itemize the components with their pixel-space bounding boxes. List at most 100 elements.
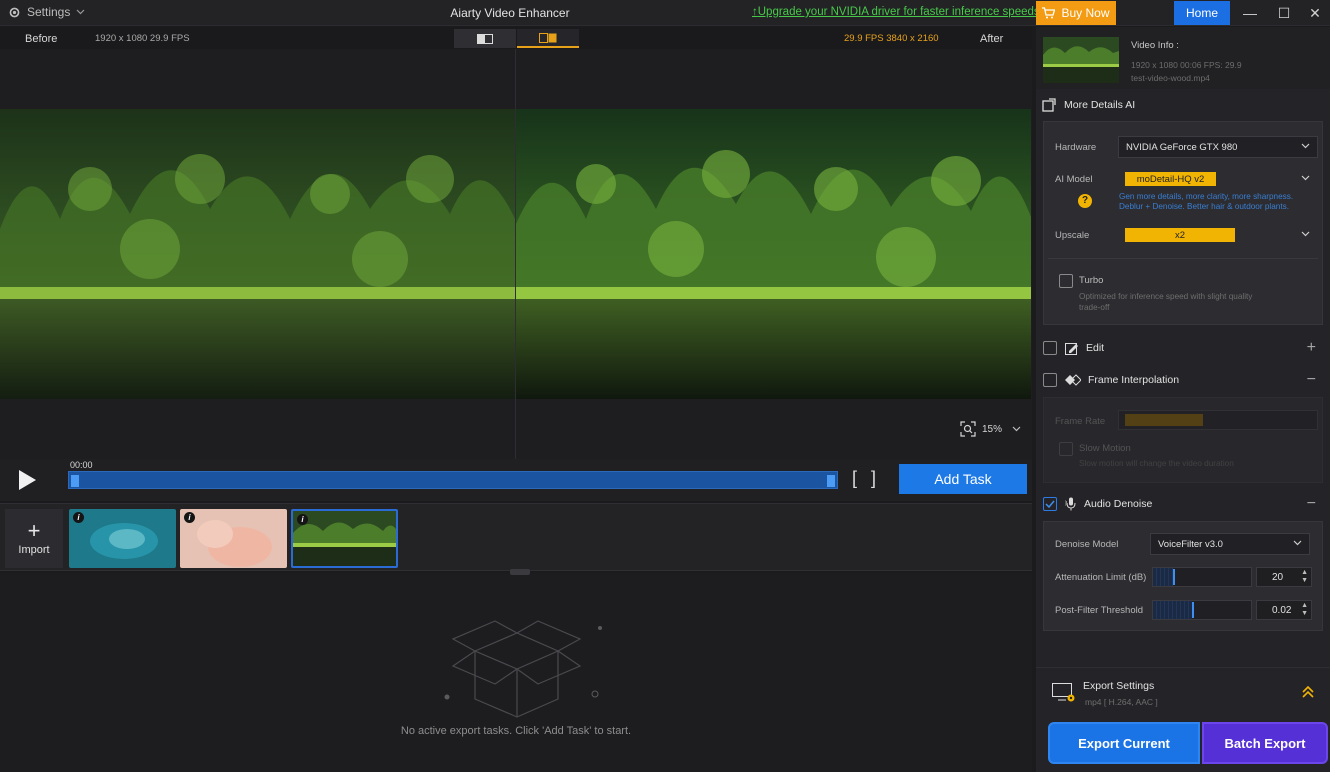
chevron-down-icon — [1301, 143, 1310, 149]
trim-brackets[interactable]: [] — [852, 468, 890, 489]
slow-motion-hint: Slow motion will change the video durati… — [1079, 459, 1234, 468]
frame-rate-select[interactable] — [1118, 410, 1318, 430]
thumbnail-jellyfish[interactable]: i — [69, 509, 176, 568]
info-icon[interactable]: i — [73, 512, 84, 523]
thumbnail-forest-lake[interactable]: i — [291, 509, 398, 568]
edit-section-header[interactable]: Edit + — [1036, 334, 1330, 362]
ai-model-select[interactable]: moDetail-HQ v2 — [1118, 168, 1318, 190]
chevron-down-icon — [1293, 540, 1302, 546]
preview-toolbar: Before 1920 x 1080 29.9 FPS 29.9 FPS 384… — [0, 27, 1032, 49]
turbo-label: Turbo — [1079, 275, 1104, 286]
slow-motion-label: Slow Motion — [1079, 443, 1131, 454]
checkmark-icon — [1045, 500, 1055, 508]
audio-denoise-checkbox[interactable] — [1043, 497, 1057, 511]
more-details-title: More Details AI — [1064, 99, 1136, 111]
home-button[interactable]: Home — [1174, 1, 1230, 25]
turbo-hint-line1: Optimized for inference speed with sligh… — [1079, 292, 1253, 301]
zoom-control[interactable]: 15% — [960, 421, 1021, 437]
current-time: 00:00 — [70, 460, 93, 470]
edit-title: Edit — [1086, 342, 1105, 354]
zoom-icon — [960, 421, 976, 437]
export-tasks-area: No active export tasks. Click 'Add Task'… — [0, 569, 1032, 772]
maximize-icon[interactable]: ☐ — [1274, 3, 1294, 23]
turbo-checkbox[interactable] — [1059, 274, 1073, 288]
plus-icon[interactable]: + — [1307, 339, 1316, 357]
export-format: mp4 [ H.264, AAC ] — [1085, 697, 1158, 707]
empty-box-icon — [444, 620, 602, 718]
minus-icon[interactable]: − — [1307, 371, 1316, 389]
denoise-model-select[interactable]: VoiceFilter v3.0 — [1150, 533, 1310, 555]
export-current-button[interactable]: Export Current — [1048, 722, 1200, 764]
attenuation-slider-fill — [1153, 568, 1173, 586]
edit-icon — [1065, 342, 1078, 355]
upscale-select[interactable]: x2 — [1118, 224, 1318, 246]
frame-interpolation-title: Frame Interpolation — [1088, 374, 1180, 386]
chevron-down-icon — [1301, 231, 1310, 237]
import-button[interactable]: + Import — [5, 509, 63, 568]
post-filter-slider-fill — [1153, 601, 1193, 619]
post-filter-slider-knob[interactable] — [1192, 602, 1195, 618]
post-filter-input[interactable]: 0.02 ▲ ▼ — [1256, 600, 1312, 620]
before-label: Before — [25, 33, 58, 45]
resize-grip[interactable] — [510, 569, 530, 575]
minus-icon[interactable]: − — [1307, 495, 1316, 513]
thumbnail-baby[interactable]: i — [180, 509, 287, 568]
audio-denoise-header[interactable]: Audio Denoise − — [1036, 490, 1330, 518]
after-label: After — [980, 33, 1004, 45]
mark-out-button[interactable]: ] — [871, 468, 890, 488]
buy-now-label: Buy Now — [1061, 6, 1110, 20]
info-icon[interactable]: i — [184, 512, 195, 523]
ai-model-hint-line1: Gen more details, more clarity, more sha… — [1119, 192, 1294, 201]
denoise-model-label: Denoise Model — [1055, 539, 1119, 550]
double-chevron-up-icon[interactable] — [1302, 686, 1314, 698]
before-video-frame — [0, 109, 515, 399]
single-view-icon — [477, 33, 493, 44]
trim-end-handle[interactable] — [827, 475, 835, 487]
buy-now-button[interactable]: Buy Now — [1036, 1, 1116, 25]
timeline-track[interactable] — [68, 471, 838, 489]
frame-rate-value-pill — [1125, 414, 1203, 426]
video-info-line1: 1920 x 1080 00:06 FPS: 29.9 — [1131, 60, 1242, 70]
chevron-down-icon — [1012, 426, 1021, 432]
more-details-header: More Details AI — [1036, 91, 1330, 119]
ai-model-value: moDetail-HQ v2 — [1125, 172, 1216, 186]
attenuation-slider[interactable] — [1152, 567, 1252, 587]
ai-model-label: AI Model — [1055, 174, 1093, 185]
export-settings-row[interactable]: Export Settings mp4 [ H.264, AAC ] — [1036, 667, 1330, 717]
filmstrip: + Import i i i — [0, 503, 1032, 571]
single-view-button[interactable] — [454, 29, 516, 48]
split-view-button[interactable] — [517, 29, 579, 48]
denoise-model-value: VoiceFilter v3.0 — [1158, 538, 1223, 550]
help-icon[interactable]: ? — [1078, 194, 1092, 208]
play-button[interactable] — [14, 467, 40, 493]
upgrade-driver-link[interactable]: ↑Upgrade your NVIDIA driver for faster i… — [752, 6, 1043, 18]
post-filter-slider[interactable] — [1152, 600, 1252, 620]
slow-motion-checkbox[interactable] — [1059, 442, 1073, 456]
audio-denoise-title: Audio Denoise — [1084, 498, 1153, 510]
close-icon[interactable]: ✕ — [1305, 3, 1325, 23]
mark-in-button[interactable]: [ — [852, 468, 871, 488]
turbo-hint-line2: trade-off — [1079, 303, 1110, 312]
audio-denoise-panel: Denoise Model VoiceFilter v3.0 Attenuati… — [1043, 521, 1323, 631]
frame-interpolation-checkbox[interactable] — [1043, 373, 1057, 387]
minimize-icon[interactable]: — — [1240, 3, 1260, 23]
ai-model-hint-line2: Deblur + Denoise. Better hair & outdoor … — [1119, 202, 1289, 211]
play-icon — [19, 470, 36, 490]
timeline-bar: 00:00 [] Add Task — [0, 459, 1032, 501]
empty-tasks-message: No active export tasks. Click 'Add Task'… — [400, 725, 632, 737]
hardware-select[interactable]: NVIDIA GeForce GTX 980 — [1118, 136, 1318, 158]
info-icon[interactable]: i — [297, 514, 308, 525]
stepper-icon[interactable]: ▲ ▼ — [1301, 569, 1308, 585]
expand-square-icon — [1042, 98, 1056, 112]
batch-export-button[interactable]: Batch Export — [1202, 722, 1328, 764]
trim-start-handle[interactable] — [71, 475, 79, 487]
post-filter-label: Post-Filter Threshold — [1055, 605, 1143, 616]
frame-interpolation-header[interactable]: Frame Interpolation − — [1036, 366, 1330, 394]
edit-checkbox[interactable] — [1043, 341, 1057, 355]
add-task-button[interactable]: Add Task — [899, 464, 1027, 494]
upscale-label: Upscale — [1055, 230, 1090, 241]
attenuation-input[interactable]: 20 ▲ ▼ — [1256, 567, 1312, 587]
stepper-icon[interactable]: ▲ ▼ — [1301, 602, 1308, 618]
plus-icon: + — [27, 517, 41, 543]
attenuation-slider-knob[interactable] — [1172, 569, 1175, 585]
